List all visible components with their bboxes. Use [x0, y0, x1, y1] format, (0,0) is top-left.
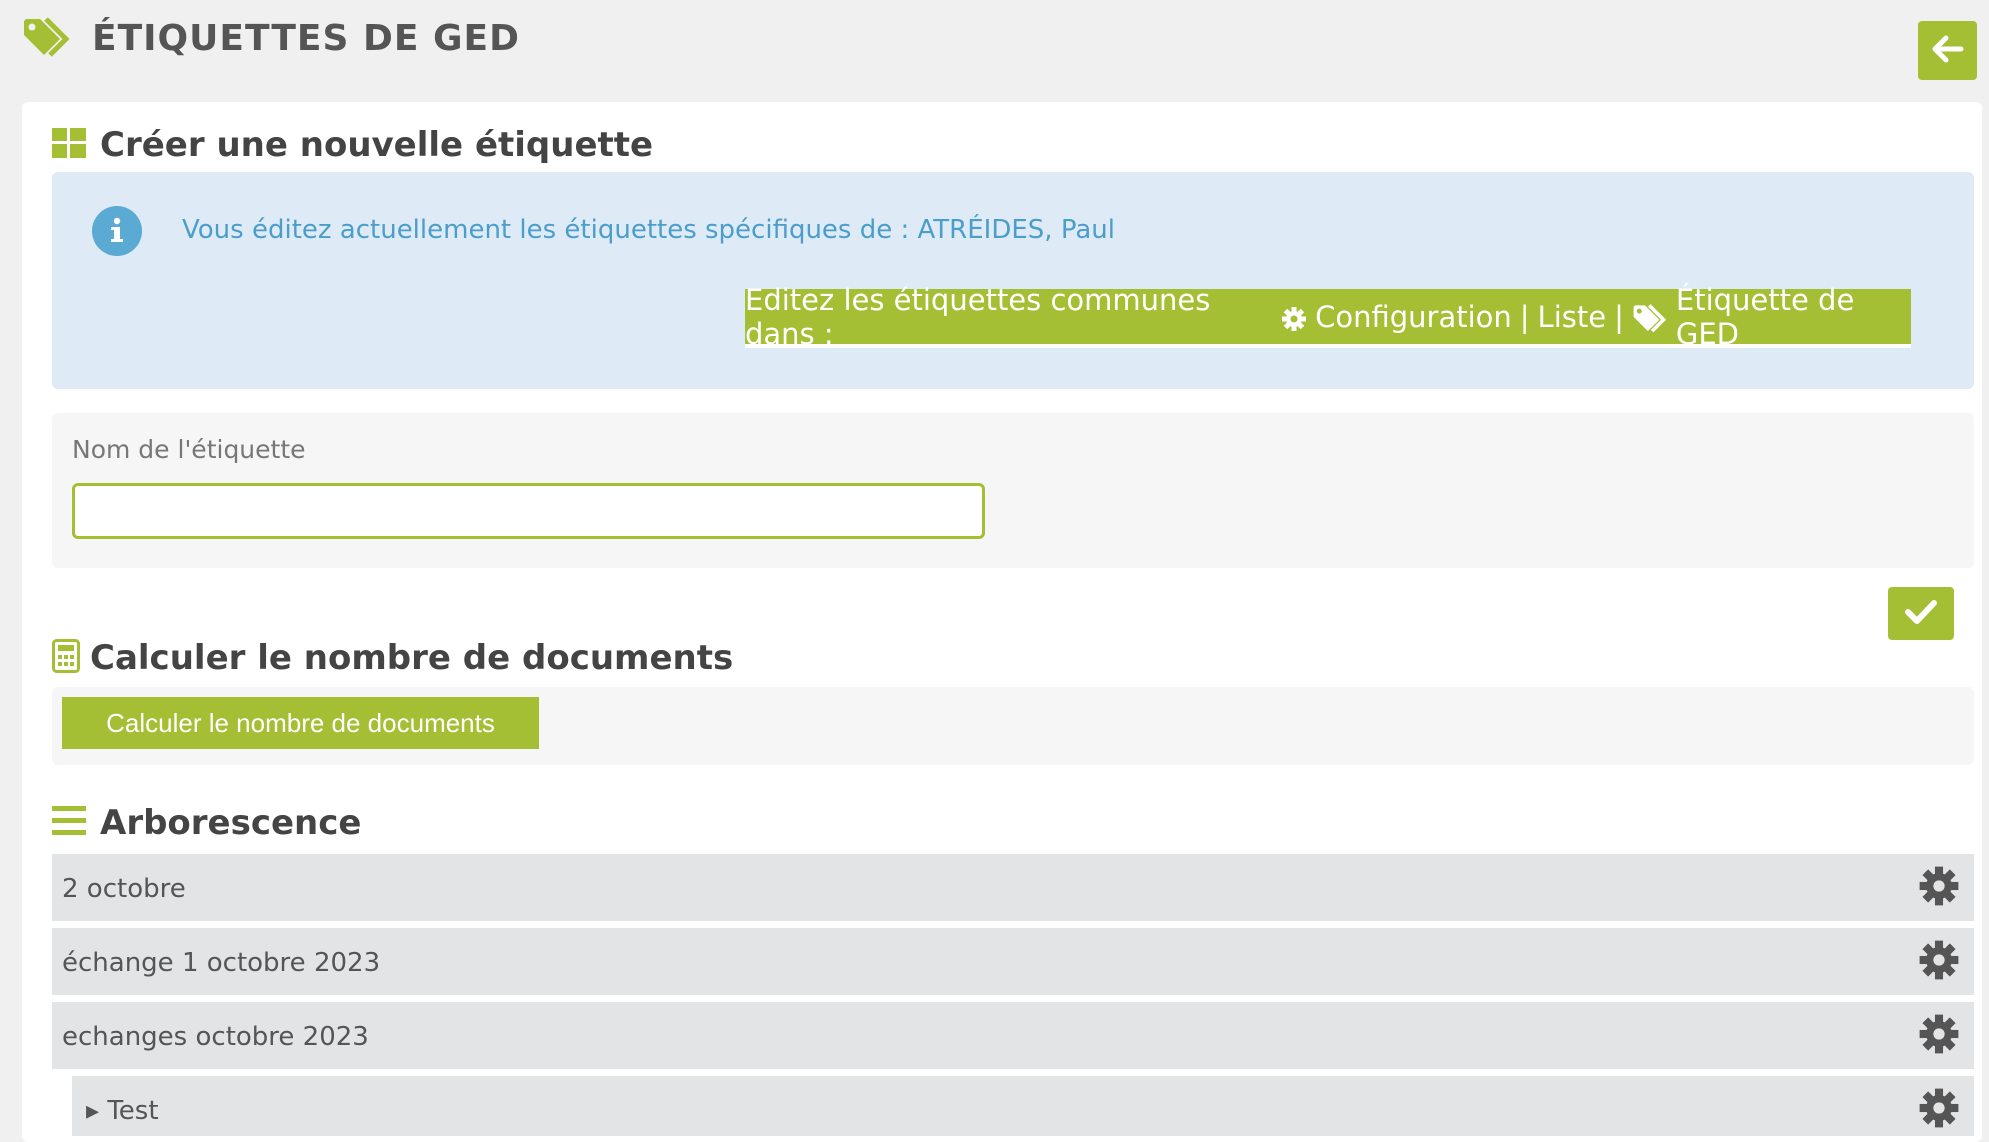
arrow-left-icon [1932, 35, 1964, 67]
common-button-separator: | [1614, 299, 1624, 334]
tags-icon [1632, 300, 1668, 334]
tree-section-heading: Arborescence [52, 802, 361, 844]
gear-icon[interactable] [1918, 939, 1960, 981]
info-circle-icon [92, 206, 142, 256]
common-button-separator: | [1519, 299, 1530, 334]
tree-item-label: 2 octobre [62, 874, 186, 904]
tree-item-label: echanges octobre 2023 [62, 1022, 369, 1052]
tree-item[interactable]: échange 1 octobre 2023 [52, 928, 1974, 995]
calc-section-title: Calculer le nombre de documents [90, 638, 734, 678]
create-section-heading: Créer une nouvelle étiquette [52, 124, 653, 166]
info-text: Vous éditez actuellement les étiquettes … [182, 215, 1115, 245]
tree-item-label: échange 1 octobre 2023 [62, 948, 381, 978]
tag-name-form: Nom de l'étiquette [52, 413, 1974, 568]
check-icon [1905, 599, 1937, 628]
tree-item[interactable]: echanges octobre 2023 [52, 1002, 1974, 1069]
tags-icon [22, 17, 72, 59]
tree-item-label: ▸ Test [86, 1096, 159, 1126]
confirm-button[interactable] [1888, 587, 1954, 640]
grid-icon [52, 128, 86, 162]
info-alert: Vous éditez actuellement les étiquettes … [52, 172, 1974, 389]
page-header: ÉTIQUETTES DE GED [22, 14, 520, 62]
gear-icon[interactable] [1918, 1087, 1960, 1129]
tree-item-child[interactable]: ▸ Test [72, 1076, 1974, 1136]
common-button-configuration: Configuration [1315, 299, 1512, 334]
main-card: Créer une nouvelle étiquette Vous éditez… [22, 102, 1982, 1142]
tree-item[interactable]: 2 octobre [52, 854, 1974, 921]
gear-icon[interactable] [1918, 1013, 1960, 1055]
tag-name-input[interactable] [72, 483, 985, 539]
common-button-etiquette-ged: Étiquette de GED [1675, 282, 1855, 351]
gear-icon[interactable] [1918, 865, 1960, 907]
create-section-title: Créer une nouvelle étiquette [100, 125, 654, 165]
calculator-icon [52, 639, 80, 677]
calc-panel: Calculer le nombre de documents [52, 687, 1974, 765]
tree-section-title: Arborescence [100, 803, 362, 843]
common-button-liste: Liste [1537, 299, 1607, 334]
common-button-prefix: Editez les étiquettes communes dans : [745, 282, 1211, 351]
page-title: ÉTIQUETTES DE GED [92, 17, 520, 59]
edit-common-tags-button[interactable]: Editez les étiquettes communes dans : Co… [745, 283, 1911, 351]
tag-name-label: Nom de l'étiquette [72, 435, 306, 464]
calculate-documents-button[interactable]: Calculer le nombre de documents [62, 697, 539, 749]
calc-section-heading: Calculer le nombre de documents [52, 638, 733, 678]
back-button[interactable] [1918, 21, 1977, 80]
list-icon [52, 806, 86, 840]
cog-icon [1281, 300, 1307, 334]
